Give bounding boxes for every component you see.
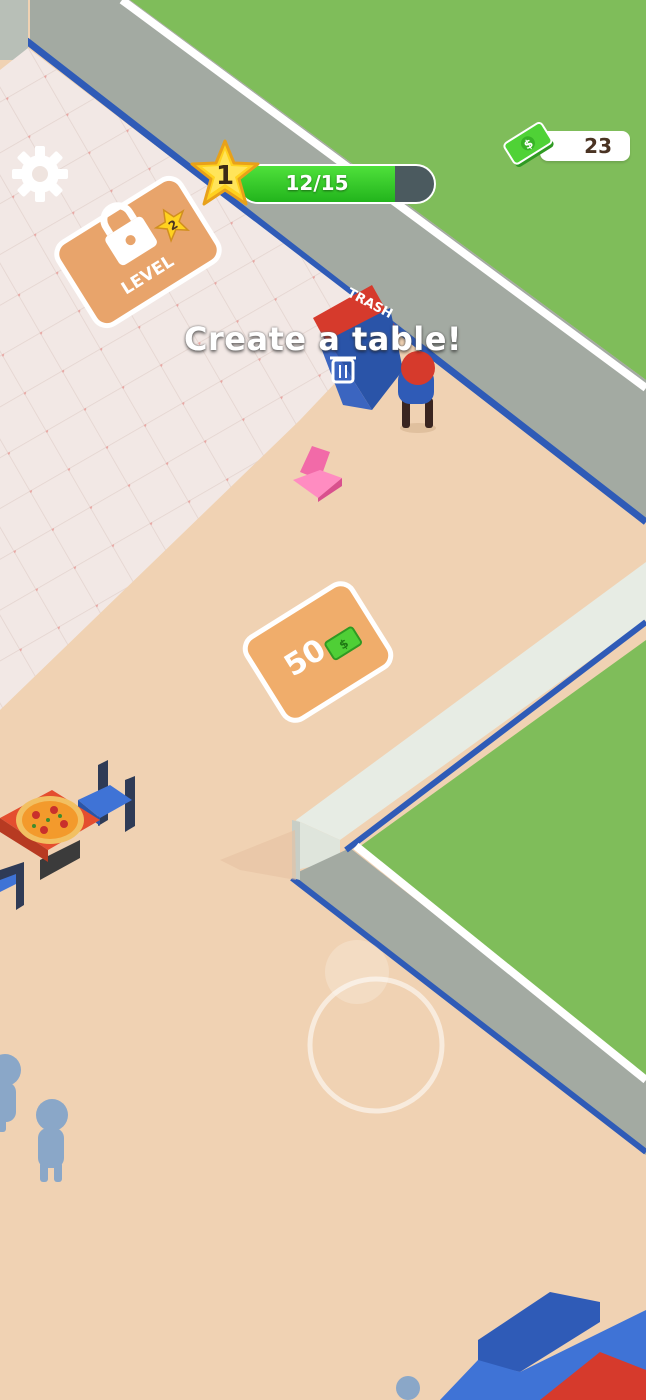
settings-button[interactable] xyxy=(8,142,72,206)
objective-hint: Create a table! xyxy=(184,320,462,358)
gear-icon xyxy=(12,146,68,202)
player-level: 1 xyxy=(216,161,234,191)
xp-progress-bar: 12/15 xyxy=(238,164,436,204)
star-icon: 1 xyxy=(190,139,260,206)
xp-progress-label: 12/15 xyxy=(285,171,349,195)
game-world: LEVEL 2 TRASH 50 $ xyxy=(0,0,646,1400)
level-star-badge: 1 xyxy=(188,138,262,212)
money-amount: 23 xyxy=(584,134,612,158)
cash-icon: $ xyxy=(503,121,555,168)
